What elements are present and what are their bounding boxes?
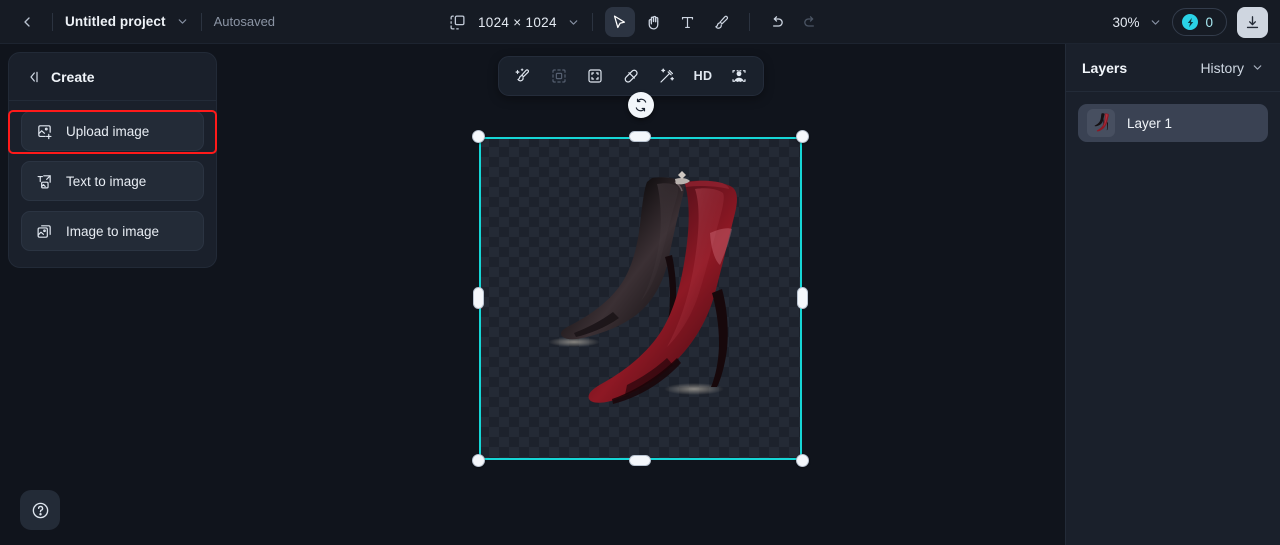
layer-name: Layer 1 — [1127, 116, 1172, 131]
create-panel: Create Upload image — [8, 52, 217, 268]
create-panel-body: Upload image Text to image — [9, 101, 216, 267]
top-bar-center: 1024 × 1024 — [444, 0, 826, 44]
magic-retouch-button[interactable] — [507, 61, 539, 91]
hd-label: HD — [694, 69, 713, 83]
hd-upscale-button[interactable]: HD — [687, 61, 719, 91]
resize-handle-middle-right[interactable] — [797, 287, 808, 309]
resize-handle-bottom-right[interactable] — [796, 454, 809, 467]
text-to-image-label: Text to image — [66, 174, 146, 189]
collapse-panel-icon[interactable] — [25, 69, 41, 85]
image-to-image-button[interactable]: Image to image — [21, 211, 204, 251]
resize-handle-bottom-center[interactable] — [629, 455, 651, 466]
page-title: Create — [51, 69, 95, 85]
hand-tool[interactable] — [639, 7, 669, 37]
select-tool[interactable] — [605, 7, 635, 37]
autosaved-status: Autosaved — [214, 14, 275, 29]
image-to-image-icon — [36, 223, 53, 240]
help-button[interactable] — [20, 490, 60, 530]
create-panel-header: Create — [9, 53, 216, 101]
layers-panel: Layers History Laye — [1065, 44, 1280, 545]
tab-history[interactable]: History — [1200, 60, 1264, 76]
upload-image-button[interactable]: Upload image — [21, 111, 204, 151]
text-to-image-icon — [36, 173, 53, 190]
resize-handle-bottom-left[interactable] — [472, 454, 485, 467]
app-root: Untitled project Autosaved 1024 × 1024 — [0, 0, 1280, 545]
zoom-control[interactable]: 30% — [1112, 15, 1162, 30]
resize-handle-top-center[interactable] — [629, 131, 651, 142]
undo-button[interactable] — [762, 7, 792, 37]
tool-group — [605, 7, 737, 37]
chevron-down-icon — [1251, 61, 1264, 74]
credits-count: 0 — [1205, 15, 1213, 30]
layers-list: Layer 1 — [1066, 92, 1280, 154]
rotate-handle[interactable] — [628, 92, 654, 118]
redo-button[interactable] — [796, 7, 826, 37]
face-enhance-button[interactable] — [723, 61, 755, 91]
eraser-button[interactable] — [615, 61, 647, 91]
magic-wand-button[interactable] — [651, 61, 683, 91]
chevron-down-icon[interactable] — [1149, 16, 1162, 29]
tab-history-label: History — [1200, 60, 1244, 76]
resize-handle-top-left[interactable] — [472, 130, 485, 143]
layer-thumbnail — [1087, 109, 1115, 137]
canvas-dimensions[interactable]: 1024 × 1024 — [478, 15, 557, 30]
tab-layers[interactable]: Layers — [1082, 60, 1127, 76]
top-bar-right: 30% 0 — [1112, 0, 1268, 44]
top-bar: Untitled project Autosaved 1024 × 1024 — [0, 0, 1280, 44]
image-to-image-label: Image to image — [66, 224, 159, 239]
image-selection[interactable] — [479, 137, 802, 460]
download-button[interactable] — [1237, 7, 1268, 38]
divider — [52, 13, 53, 31]
resize-handle-top-right[interactable] — [796, 130, 809, 143]
chevron-down-icon[interactable] — [567, 16, 580, 29]
resize-handle-middle-left[interactable] — [473, 287, 484, 309]
upload-image-icon — [36, 123, 53, 140]
divider — [592, 13, 593, 31]
zoom-level: 30% — [1112, 15, 1139, 30]
credit-bolt-icon — [1182, 14, 1198, 30]
canvas-resize-icon[interactable] — [444, 9, 470, 35]
history-controls — [762, 7, 826, 37]
expand-frame-button[interactable] — [579, 61, 611, 91]
layer-item[interactable]: Layer 1 — [1078, 104, 1268, 142]
text-to-image-button[interactable]: Text to image — [21, 161, 204, 201]
selection-border — [479, 137, 802, 460]
project-name[interactable]: Untitled project — [65, 14, 166, 29]
brush-tool[interactable] — [707, 7, 737, 37]
text-tool[interactable] — [673, 7, 703, 37]
chevron-down-icon[interactable] — [176, 15, 189, 28]
layers-panel-header: Layers History — [1066, 44, 1280, 92]
divider — [201, 13, 202, 31]
divider — [749, 13, 750, 31]
top-bar-left: Untitled project Autosaved — [0, 0, 275, 43]
boots-thumbnail-icon — [1088, 110, 1114, 136]
canvas-area[interactable]: HD — [217, 44, 1065, 545]
upload-image-label: Upload image — [66, 124, 149, 139]
remove-background-button[interactable] — [543, 61, 575, 91]
back-button[interactable] — [14, 9, 40, 35]
image-actions-toolbar: HD — [498, 56, 764, 96]
credits-badge[interactable]: 0 — [1172, 8, 1227, 36]
